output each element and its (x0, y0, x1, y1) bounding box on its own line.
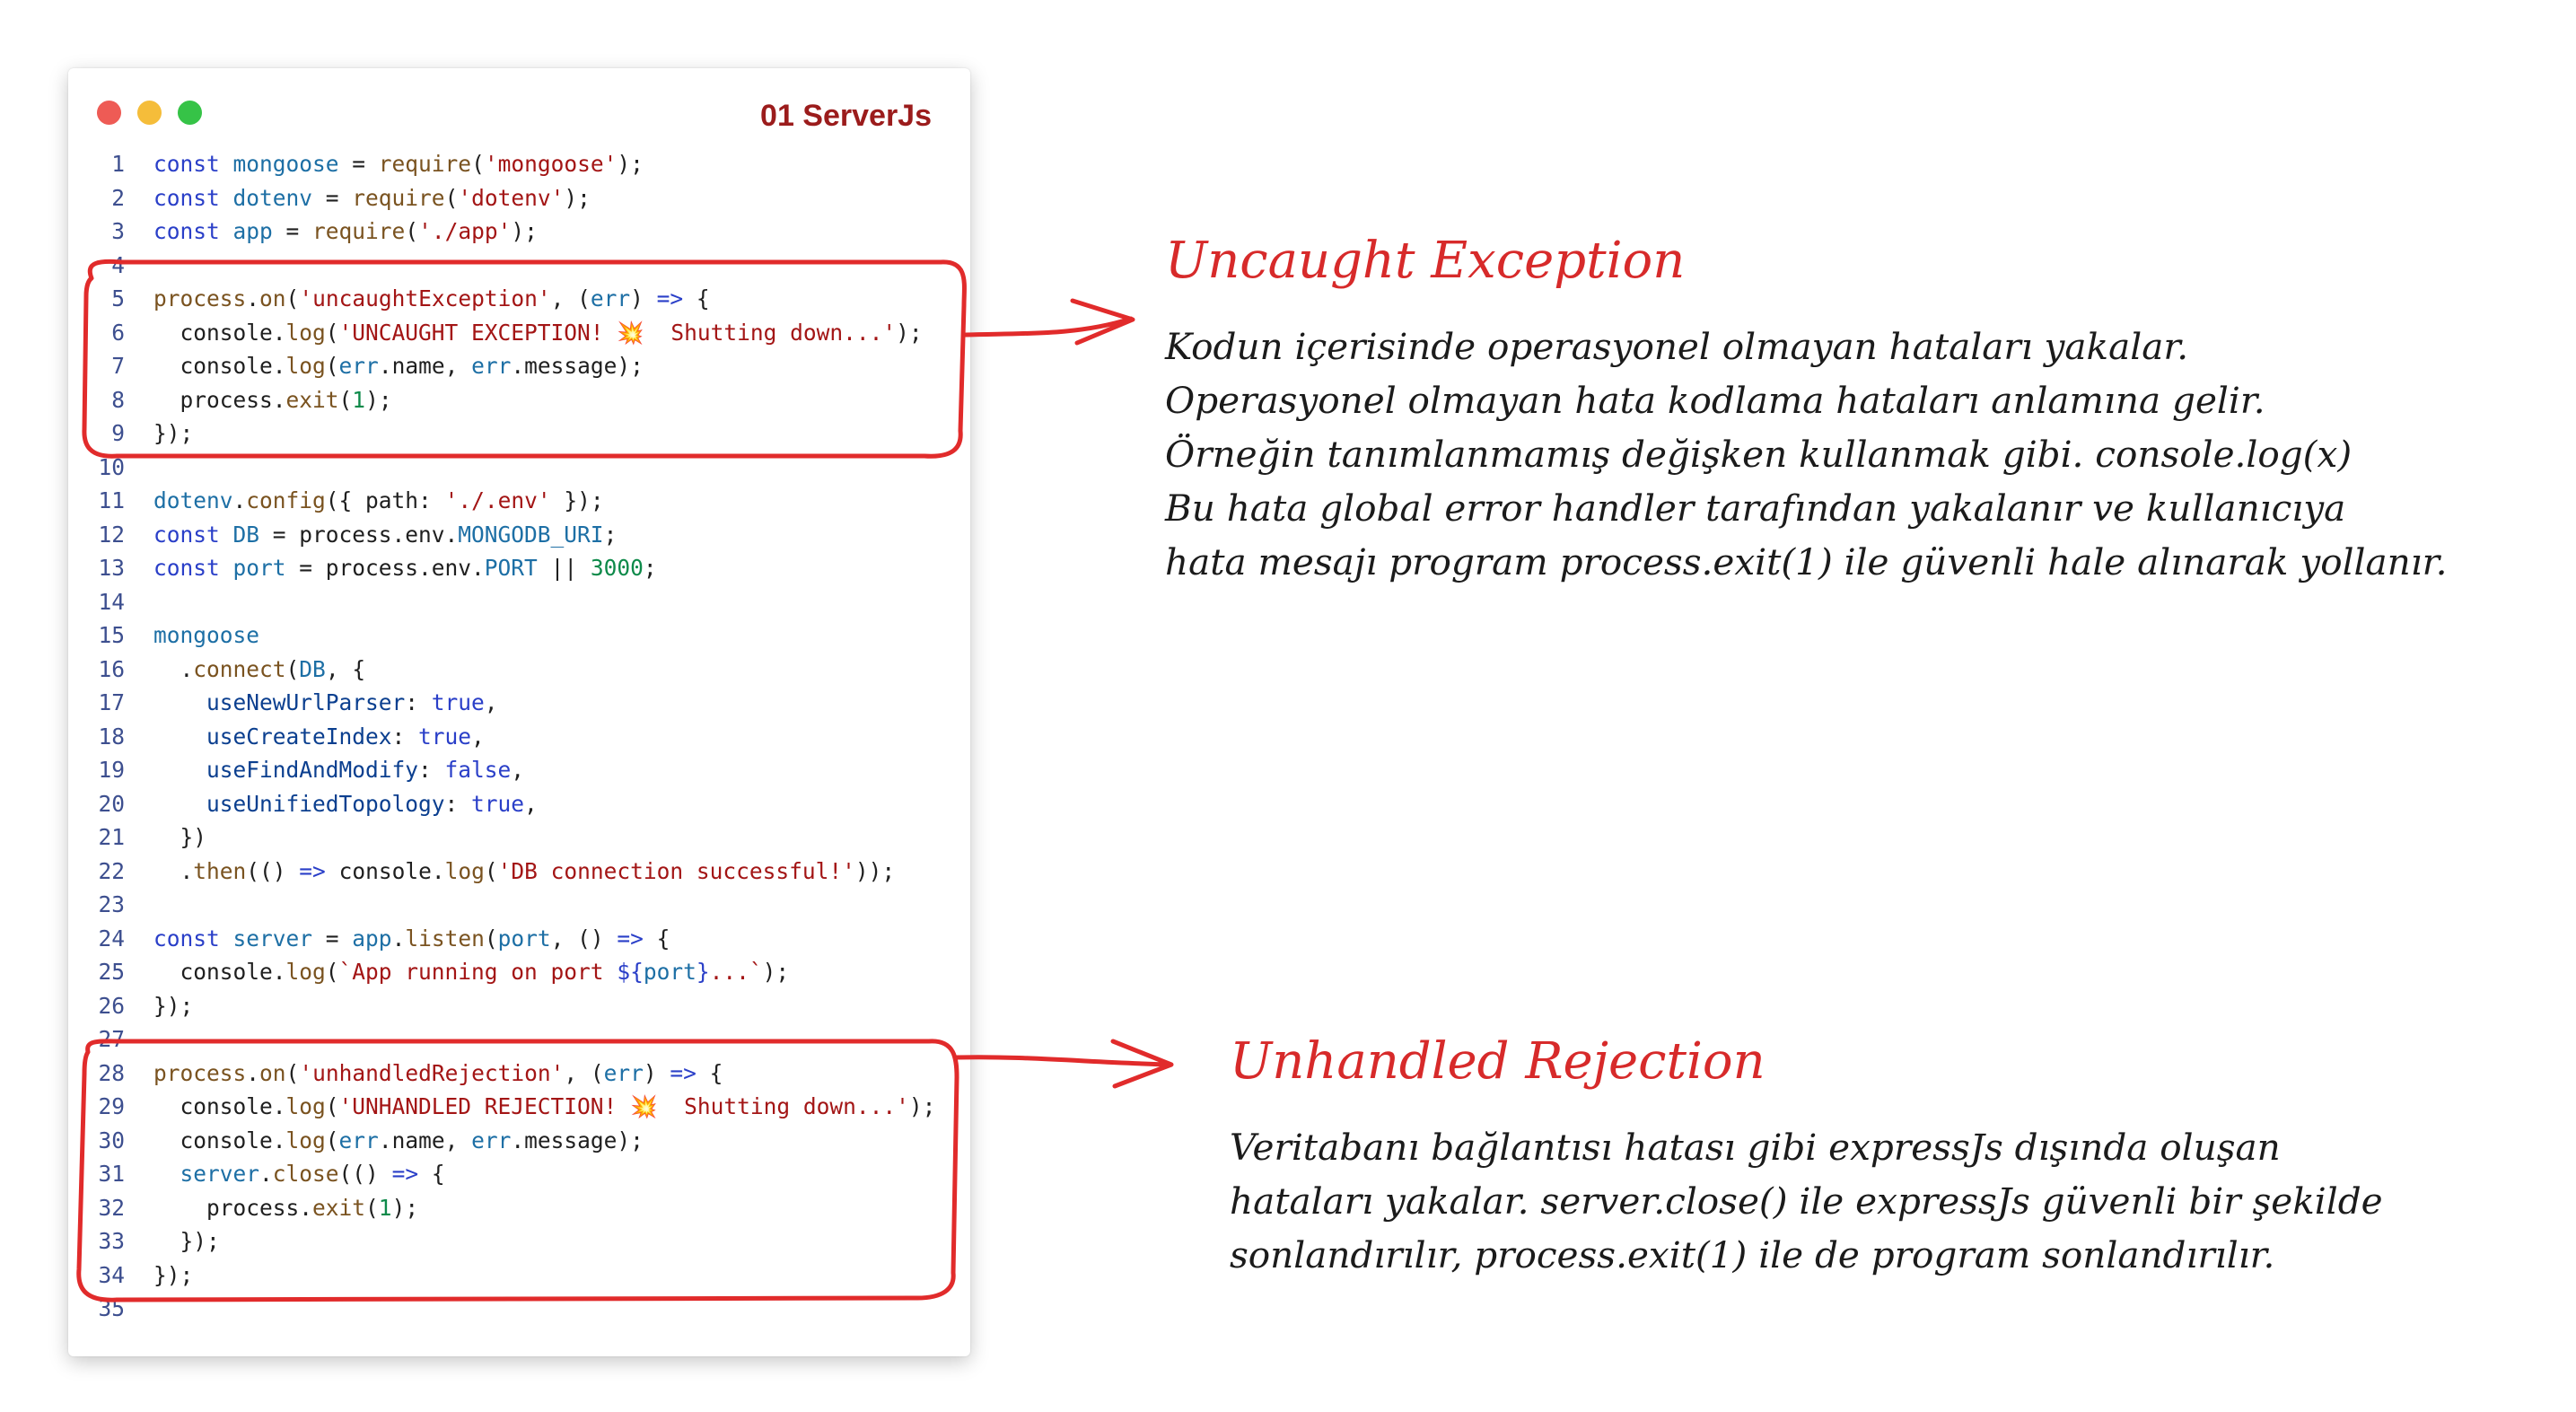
unhandled-highlight-box (76, 1039, 959, 1302)
description-line: hataları yakalar. server.close() ile exp… (1230, 1180, 2383, 1223)
uncaught-exception-title: Uncaught Exception (1165, 232, 1686, 290)
uncaught-arrow (963, 298, 1135, 346)
unhandled-rejection-description: Veritabanı bağlantısı hatası gibi expres… (1230, 1120, 2383, 1282)
description-line: Veritabanı bağlantısı hatası gibi expres… (1230, 1126, 2281, 1169)
uncaught-highlight-box (82, 259, 967, 459)
description-line: Kodun içerisinde operasyonel olmayan hat… (1165, 325, 2189, 368)
description-line: Operasyonel olmayan hata kodlama hatalar… (1165, 379, 2265, 422)
description-line: hata mesajı program process.exit(1) ile … (1165, 540, 2448, 583)
description-line: sonlandırılır, process.exit(1) ile de pr… (1230, 1233, 2275, 1276)
description-line: Bu hata global error handler tarafından … (1165, 487, 2346, 530)
unhandled-arrow (954, 1039, 1174, 1089)
unhandled-rejection-title: Unhandled Rejection (1230, 1032, 1766, 1091)
description-line: Örneğin tanımlanmamış değişken kullanmak… (1165, 433, 2353, 476)
uncaught-exception-description: Kodun içerisinde operasyonel olmayan hat… (1165, 320, 2447, 589)
